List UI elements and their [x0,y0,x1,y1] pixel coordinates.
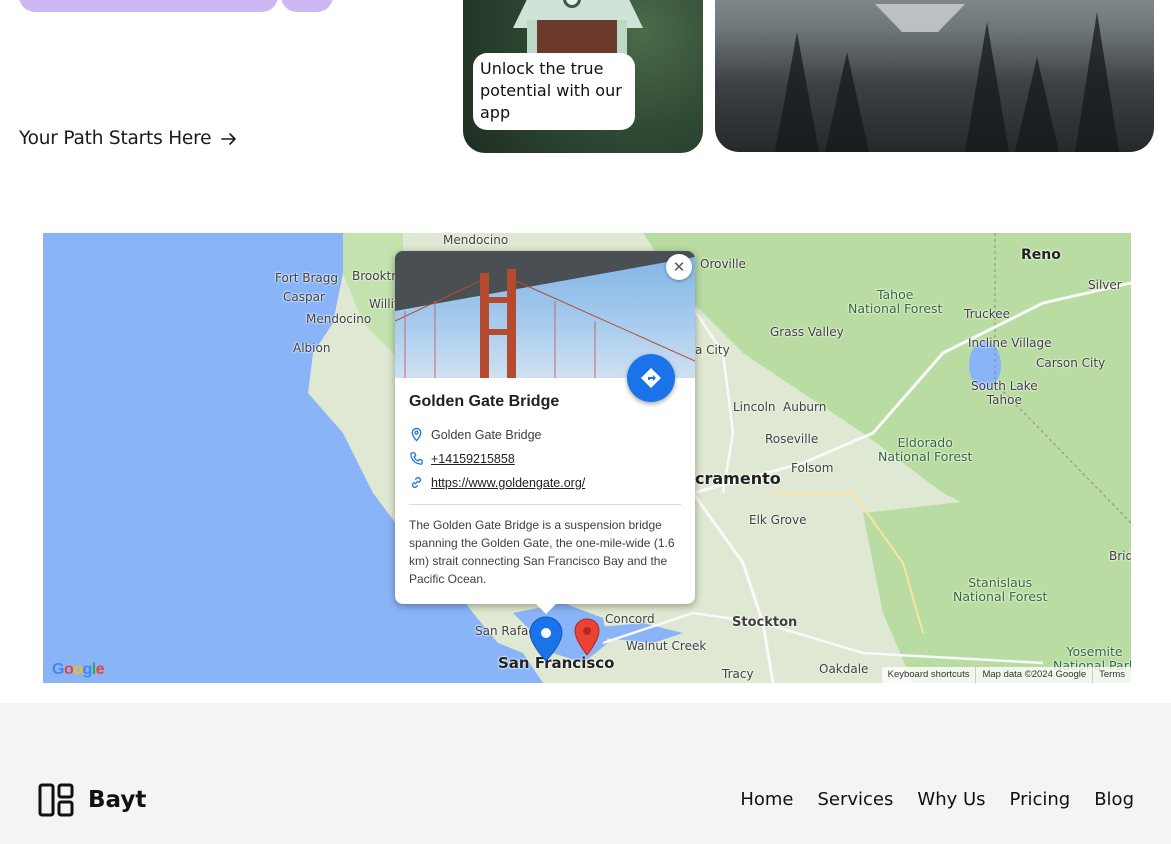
map-label: Truckee [964,307,1010,321]
place-infowindow: ✕ Golden Gate Bridge Golden Gate Bridge … [395,251,695,614]
map-label: Walnut Creek [626,639,707,653]
nav-blog[interactable]: Blog [1094,789,1134,810]
map-label: Stockton [732,615,798,630]
path-starts-label: Your Path Starts Here [19,128,212,149]
promo-line: app [480,103,511,122]
phone-icon [410,452,423,465]
map-label: Tracy [722,667,754,681]
map-attribution: Keyboard shortcuts Map data ©2024 Google… [881,667,1131,683]
map-label: Auburn [783,400,827,414]
tree-reflection [965,22,1009,152]
map-label: South Lake Tahoe [971,379,1038,407]
place-title: Golden Gate Bridge [409,393,560,410]
birdhouse-image-card: Unlock the true potential with our app [463,0,703,153]
phone-link[interactable]: +14159215858 [431,452,515,466]
footer-nav: Home Services Why Us Pricing Blog [740,789,1134,810]
google-map[interactable]: Mendocino Fort Bragg Caspar Mendocino Al… [43,233,1131,683]
promo-line: Unlock the true [480,59,604,78]
directions-button[interactable] [627,354,675,402]
nav-services[interactable]: Services [817,789,893,810]
promo-line: potential with our [480,81,622,100]
tree-reflection [1075,12,1119,152]
terms-link[interactable]: Terms [1092,667,1131,683]
selected-location-pin[interactable] [529,616,563,662]
brand-name: Bayt [88,787,147,813]
map-label: Incline Village [968,336,1052,350]
link-icon [411,477,422,488]
map-label: Oroville [700,257,746,271]
website-link[interactable]: https://www.goldengate.org/ [431,476,585,490]
path-starts-link[interactable]: Your Path Starts Here [19,128,239,149]
map-label: Grass Valley [770,325,844,339]
divider [409,504,681,505]
tree-reflection [825,52,869,152]
address-text: Golden Gate Bridge [431,427,542,442]
location-pin-icon [411,427,422,442]
phone-row[interactable]: +14159215858 [409,451,515,466]
map-label: Eldorado National Forest [878,435,973,464]
map-label: Stanislaus National Forest [953,575,1048,604]
brand[interactable]: Bayt [38,783,146,817]
map-label: Mendocino [443,233,509,247]
map-label: cramento [695,469,781,488]
promo-bubble: Unlock the true potential with our app [473,53,635,130]
map-data-text: Map data ©2024 Google [975,667,1092,683]
location-pin-red[interactable] [574,618,600,656]
map-label: a City [695,343,730,357]
cta-button[interactable] [19,0,278,12]
layout-logo-icon [38,783,74,817]
lake-image-card [715,0,1154,152]
tree-reflection [1015,57,1059,152]
map-label: Tahoe National Forest [848,287,943,316]
cta-arrow-button[interactable] [281,0,333,12]
nav-why-us[interactable]: Why Us [917,789,985,810]
map-label: Carson City [1036,356,1106,370]
map-label: Concord [605,612,655,626]
map-label: Lincoln [733,400,776,414]
nav-home[interactable]: Home [740,789,793,810]
close-icon[interactable]: ✕ [666,254,692,280]
keyboard-shortcuts-link[interactable]: Keyboard shortcuts [882,667,976,683]
map-label: Fort Bragg [275,271,339,285]
boat-reflection [875,4,965,32]
google-logo: Google [52,661,105,678]
map-label: Silver [1088,278,1122,292]
directions-icon [641,368,661,388]
map-label: Caspar [283,290,325,304]
nav-pricing[interactable]: Pricing [1010,789,1071,810]
map-label: San Rafae [475,624,536,638]
map-label: Albion [293,341,331,355]
map-label: Oakdale [819,662,869,676]
website-row[interactable]: https://www.goldengate.org/ [409,475,585,490]
place-description: The Golden Gate Bridge is a suspension b… [409,518,675,586]
address-row: Golden Gate Bridge [409,427,542,442]
map-label: Mendocino [306,312,372,326]
tree-reflection [775,32,819,152]
map-label: Brid [1109,549,1131,563]
map-label: Reno [1021,247,1061,263]
site-footer: Bayt Home Services Why Us Pricing Blog [0,703,1171,844]
arrow-right-icon [221,132,237,145]
map-label: Folsom [791,461,834,475]
map-label: Roseville [765,432,819,446]
map-label: Elk Grove [749,513,807,527]
